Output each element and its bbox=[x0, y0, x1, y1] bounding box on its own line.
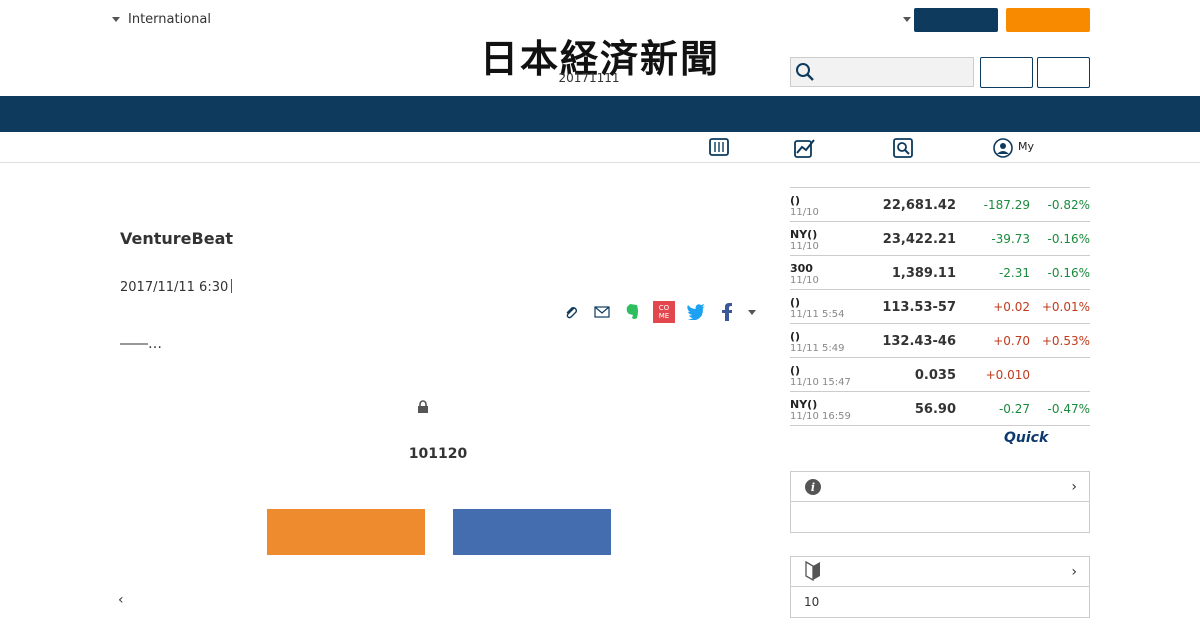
main-navbar bbox=[0, 96, 1200, 132]
search-icon[interactable] bbox=[795, 62, 815, 82]
article-date: 2017/11/11 6:30 bbox=[120, 279, 232, 295]
market-change-percent: -0.16% bbox=[1047, 232, 1090, 246]
market-row[interactable]: () 11/10 22,681.42 -187.29 -0.82% bbox=[790, 188, 1090, 222]
come-label: CO ME bbox=[658, 304, 670, 320]
market-change-percent: -0.47% bbox=[1047, 402, 1090, 416]
market-date: 11/11 5:49 bbox=[790, 343, 845, 354]
lock-icon bbox=[418, 400, 428, 413]
market-row[interactable]: () 11/11 5:54 113.53-57 +0.02 +0.01% bbox=[790, 290, 1090, 324]
facebook-icon[interactable] bbox=[716, 301, 738, 323]
market-value: 132.43-46 bbox=[882, 334, 956, 349]
market-change-percent: -0.16% bbox=[1047, 266, 1090, 280]
beginner-mark-icon bbox=[805, 561, 820, 581]
article-lead: ――… bbox=[120, 336, 162, 352]
search-input[interactable] bbox=[790, 57, 974, 87]
market-change-percent: +0.01% bbox=[1041, 300, 1090, 314]
market-name: NY() bbox=[790, 398, 818, 411]
market-value: 56.90 bbox=[914, 402, 956, 417]
chart-icon[interactable] bbox=[794, 138, 816, 158]
chevron-right-icon: › bbox=[1071, 479, 1077, 495]
market-name: () bbox=[790, 364, 801, 377]
market-date: 11/10 bbox=[790, 207, 819, 218]
issue-date: 20171111 bbox=[558, 71, 620, 85]
market-row[interactable]: NY() 11/10 16:59 56.90 -0.27 -0.47% bbox=[790, 392, 1090, 426]
market-name: () bbox=[790, 194, 801, 207]
edition-selector[interactable]: International bbox=[112, 12, 211, 27]
market-name: () bbox=[790, 296, 801, 309]
market-value: 113.53-57 bbox=[882, 300, 956, 315]
market-name: 300 bbox=[790, 262, 813, 275]
market-change: -0.27 bbox=[998, 402, 1030, 416]
quick-logo[interactable]: Quick bbox=[1004, 430, 1048, 446]
search-icon[interactable] bbox=[893, 138, 913, 158]
beginner-box-header[interactable]: › bbox=[791, 557, 1089, 587]
user-icon[interactable] bbox=[993, 138, 1013, 158]
paper-icon[interactable] bbox=[709, 138, 729, 156]
market-value: 22,681.42 bbox=[882, 198, 956, 213]
market-value: 1,389.11 bbox=[891, 266, 956, 281]
market-change: +0.70 bbox=[993, 334, 1030, 348]
market-change: +0.010 bbox=[985, 368, 1030, 382]
market-change: -2.31 bbox=[998, 266, 1030, 280]
info-box-header[interactable]: i › bbox=[791, 472, 1089, 502]
login-button[interactable] bbox=[453, 509, 611, 555]
market-date: 11/11 5:54 bbox=[790, 309, 845, 320]
edition-label: International bbox=[128, 12, 211, 27]
more-icon[interactable] bbox=[744, 301, 760, 323]
market-value: 0.035 bbox=[914, 368, 956, 383]
clip-icon[interactable] bbox=[560, 301, 582, 323]
market-table: () 11/10 22,681.42 -187.29 -0.82% NY() 11/10 23… bbox=[790, 187, 1090, 426]
market-row[interactable]: () 11/10 15:47 0.035 +0.010 bbox=[790, 358, 1090, 392]
market-value: 23,422.21 bbox=[882, 232, 956, 247]
caret-down-icon[interactable] bbox=[903, 17, 911, 22]
market-row[interactable]: 300 11/10 1,389.11 -2.31 -0.16% bbox=[790, 256, 1090, 290]
caret-down-icon bbox=[112, 17, 120, 22]
market-date: 11/10 bbox=[790, 275, 819, 286]
back-link[interactable]: ‹ bbox=[118, 592, 124, 608]
caret-down-icon bbox=[748, 309, 756, 315]
market-date: 11/10 15:47 bbox=[790, 377, 851, 388]
market-change: +0.02 bbox=[993, 300, 1030, 314]
mail-icon[interactable] bbox=[591, 301, 613, 323]
market-change-percent: -0.82% bbox=[1047, 198, 1090, 212]
twitter-icon[interactable] bbox=[685, 301, 707, 323]
market-change: -39.73 bbox=[991, 232, 1030, 246]
market-date: 11/10 bbox=[790, 241, 819, 252]
info-box-body bbox=[791, 502, 1089, 532]
chevron-right-icon: › bbox=[1071, 564, 1077, 580]
header-outline-button-1[interactable] bbox=[980, 57, 1033, 88]
market-date: 11/10 16:59 bbox=[790, 411, 851, 422]
market-change: -187.29 bbox=[983, 198, 1030, 212]
beginner-box: › 10 bbox=[790, 556, 1090, 618]
my-page-link[interactable]: My bbox=[1018, 140, 1034, 153]
come-icon[interactable]: CO ME bbox=[653, 301, 675, 323]
info-icon: i bbox=[805, 479, 821, 495]
market-row[interactable]: NY() 11/10 23,422.21 -39.73 -0.16% bbox=[790, 222, 1090, 256]
market-name: NY() bbox=[790, 228, 818, 241]
market-row[interactable]: () 11/11 5:49 132.43-46 +0.70 +0.53% bbox=[790, 324, 1090, 358]
signup-button[interactable] bbox=[267, 509, 425, 555]
header-primary-button[interactable] bbox=[914, 8, 998, 32]
svg-text:i: i bbox=[811, 481, 815, 494]
market-name: () bbox=[790, 330, 801, 343]
header-outline-button-2[interactable] bbox=[1037, 57, 1090, 88]
info-box: i › bbox=[790, 471, 1090, 533]
evernote-icon[interactable] bbox=[621, 301, 643, 323]
article-headline: VentureBeat bbox=[120, 229, 234, 248]
paywall-message: 101120 bbox=[408, 446, 468, 462]
header-highlight-button[interactable] bbox=[1006, 8, 1090, 32]
market-change-percent: +0.53% bbox=[1041, 334, 1090, 348]
beginner-box-body: 10 bbox=[804, 595, 820, 609]
